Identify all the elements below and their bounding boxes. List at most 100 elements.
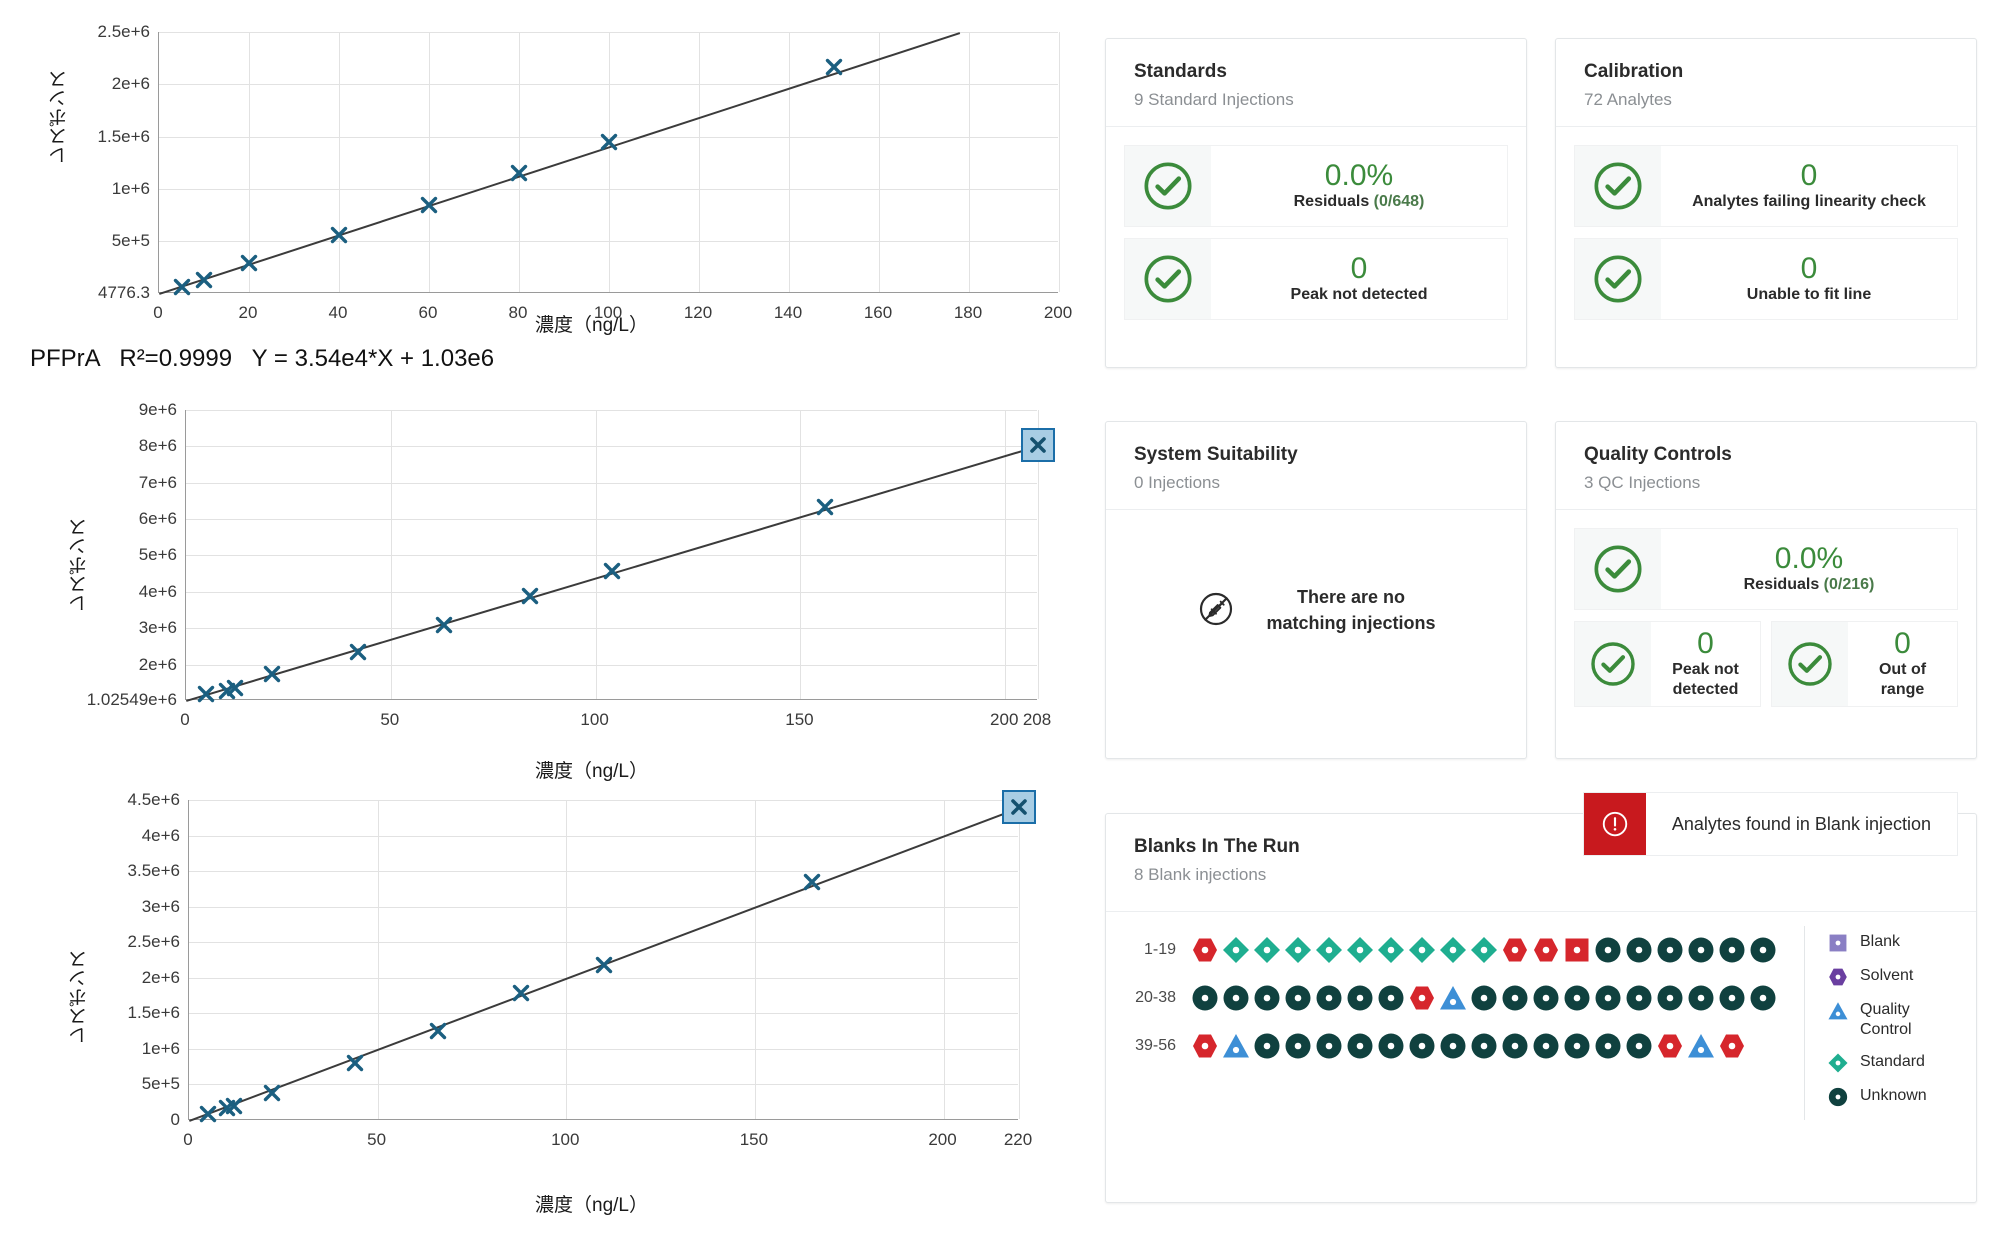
standards-metric-peak-not-detected[interactable]: 0 Peak not detected xyxy=(1124,238,1508,320)
injection-unknown-icon[interactable] xyxy=(1624,1031,1654,1061)
injection-solvent-icon[interactable] xyxy=(1500,935,1530,965)
data-point-marker[interactable] xyxy=(329,225,349,245)
chart3-plot-area[interactable] xyxy=(188,790,1036,1122)
injection-solvent-icon[interactable] xyxy=(1407,983,1437,1013)
calibration-card[interactable]: Calibration 72 Analytes 0 Analytes faili… xyxy=(1555,38,1977,368)
standards-metric-residuals[interactable]: 0.0% Residuals (0/648) xyxy=(1124,145,1508,227)
chart1-plot-area[interactable] xyxy=(158,32,1060,296)
injection-unknown-icon[interactable] xyxy=(1345,1031,1375,1061)
selected-point-highlight[interactable] xyxy=(1021,428,1055,463)
injection-blank-icon[interactable] xyxy=(1562,935,1592,965)
injection-unknown-icon[interactable] xyxy=(1717,935,1747,965)
data-point-marker[interactable] xyxy=(509,163,529,183)
calibration-chart-1[interactable]: レスポンス 濃度（ng/L） 4776.3 5e+5 1e+6 1.5e+6 2e+6 2… xyxy=(0,0,1075,336)
data-point-marker[interactable] xyxy=(172,277,192,297)
data-point-marker[interactable] xyxy=(262,664,282,684)
data-point-marker[interactable] xyxy=(815,497,835,517)
injection-unknown-icon[interactable] xyxy=(1531,983,1561,1013)
data-point-marker[interactable] xyxy=(262,1083,282,1103)
data-point-marker[interactable] xyxy=(198,1104,218,1124)
qc-metric-out-of-range[interactable]: 0 Out of range xyxy=(1771,621,1958,708)
calibration-chart-2[interactable]: レスポンス 濃度（ng/L） 1.02549e+6 2e+6 3e+6 4e+6 5e+… xyxy=(0,388,1075,782)
injection-solvent-icon[interactable] xyxy=(1190,935,1220,965)
injection-unknown-icon[interactable] xyxy=(1283,983,1313,1013)
data-point-marker[interactable] xyxy=(196,684,216,704)
injection-unknown-icon[interactable] xyxy=(1469,1031,1499,1061)
injection-standard-icon[interactable] xyxy=(1252,935,1282,965)
injection-unknown-icon[interactable] xyxy=(1624,935,1654,965)
calibration-chart-3[interactable]: レスポンス 濃度（ng/L） 0 5e+5 1e+6 1.5e+6 2e+6 2.5e+6… xyxy=(0,780,1075,1220)
injection-unknown-icon[interactable] xyxy=(1655,983,1685,1013)
injection-solvent-icon[interactable] xyxy=(1655,1031,1685,1061)
data-point-marker[interactable] xyxy=(599,132,619,152)
injection-unknown-icon[interactable] xyxy=(1407,1031,1437,1061)
injection-unknown-icon[interactable] xyxy=(1500,983,1530,1013)
injection-solvent-icon[interactable] xyxy=(1717,1031,1747,1061)
qc-metric-residuals[interactable]: 0.0% Residuals (0/216) xyxy=(1574,528,1958,610)
injection-unknown-icon[interactable] xyxy=(1686,983,1716,1013)
injection-standard-icon[interactable] xyxy=(1221,935,1251,965)
data-point-marker[interactable] xyxy=(224,1096,244,1116)
injection-standard-icon[interactable] xyxy=(1376,935,1406,965)
injection-unknown-icon[interactable] xyxy=(1314,1031,1344,1061)
injection-quality-control-icon[interactable] xyxy=(1438,983,1468,1013)
data-point-marker[interactable] xyxy=(419,195,439,215)
data-point-marker[interactable] xyxy=(348,642,368,662)
injection-standard-icon[interactable] xyxy=(1314,935,1344,965)
injection-unknown-icon[interactable] xyxy=(1252,983,1282,1013)
data-point-marker[interactable] xyxy=(520,586,540,606)
data-point-marker[interactable] xyxy=(511,983,531,1003)
injection-unknown-icon[interactable] xyxy=(1562,983,1592,1013)
injection-unknown-icon[interactable] xyxy=(1562,1031,1592,1061)
injection-standard-icon[interactable] xyxy=(1407,935,1437,965)
selected-point-highlight[interactable] xyxy=(1002,790,1036,825)
data-point-marker[interactable] xyxy=(434,615,454,635)
injection-unknown-icon[interactable] xyxy=(1438,1031,1468,1061)
standards-card[interactable]: Standards 9 Standard Injections 0.0% Res… xyxy=(1105,38,1527,368)
injection-standard-icon[interactable] xyxy=(1469,935,1499,965)
injection-solvent-icon[interactable] xyxy=(1190,1031,1220,1061)
data-point-marker[interactable] xyxy=(345,1053,365,1073)
injection-standard-icon[interactable] xyxy=(1438,935,1468,965)
data-point-marker[interactable] xyxy=(824,57,844,77)
blanks-in-the-run-card[interactable]: Blanks In The Run 8 Blank injections Ana… xyxy=(1105,792,1977,1203)
injection-unknown-icon[interactable] xyxy=(1531,1031,1561,1061)
chart2-plot-area[interactable] xyxy=(185,410,1055,703)
injection-unknown-icon[interactable] xyxy=(1283,1031,1313,1061)
injection-unknown-icon[interactable] xyxy=(1717,983,1747,1013)
system-suitability-card[interactable]: System Suitability 0 Injections There ar… xyxy=(1105,421,1527,759)
data-point-marker[interactable] xyxy=(594,955,614,975)
injection-unknown-icon[interactable] xyxy=(1748,935,1778,965)
injection-unknown-icon[interactable] xyxy=(1593,935,1623,965)
injection-unknown-icon[interactable] xyxy=(1376,983,1406,1013)
calibration-metric-linearity[interactable]: 0 Analytes failing linearity check xyxy=(1574,145,1958,227)
injection-unknown-icon[interactable] xyxy=(1252,1031,1282,1061)
quality-controls-card[interactable]: Quality Controls 3 QC Injections 0.0% Re… xyxy=(1555,421,1977,759)
injection-unknown-icon[interactable] xyxy=(1593,983,1623,1013)
injection-unknown-icon[interactable] xyxy=(1469,983,1499,1013)
blank-alert-banner[interactable]: Analytes found in Blank injection xyxy=(1582,792,1958,856)
injection-unknown-icon[interactable] xyxy=(1345,983,1375,1013)
calibration-metric-unable-to-fit-line[interactable]: 0 Unable to fit line xyxy=(1574,238,1958,320)
data-point-marker[interactable] xyxy=(239,253,259,273)
qc-metric-peak-not-detected[interactable]: 0 Peak not detected xyxy=(1574,621,1761,708)
injection-quality-control-icon[interactable] xyxy=(1686,1031,1716,1061)
data-point-marker[interactable] xyxy=(194,270,214,290)
data-point-marker[interactable] xyxy=(428,1021,448,1041)
data-point-marker[interactable] xyxy=(225,678,245,698)
injection-standard-icon[interactable] xyxy=(1345,935,1375,965)
injection-unknown-icon[interactable] xyxy=(1314,983,1344,1013)
injection-unknown-icon[interactable] xyxy=(1500,1031,1530,1061)
injection-unknown-icon[interactable] xyxy=(1624,983,1654,1013)
injection-quality-control-icon[interactable] xyxy=(1221,1031,1251,1061)
injection-unknown-icon[interactable] xyxy=(1655,935,1685,965)
injection-unknown-icon[interactable] xyxy=(1221,983,1251,1013)
data-point-marker[interactable] xyxy=(602,561,622,581)
data-point-marker[interactable] xyxy=(802,872,822,892)
injection-solvent-icon[interactable] xyxy=(1531,935,1561,965)
injection-unknown-icon[interactable] xyxy=(1593,1031,1623,1061)
injection-unknown-icon[interactable] xyxy=(1190,983,1220,1013)
injection-unknown-icon[interactable] xyxy=(1686,935,1716,965)
injection-unknown-icon[interactable] xyxy=(1748,983,1778,1013)
injection-rows[interactable]: 1-19 20-38 39-56 xyxy=(1106,926,1804,1120)
